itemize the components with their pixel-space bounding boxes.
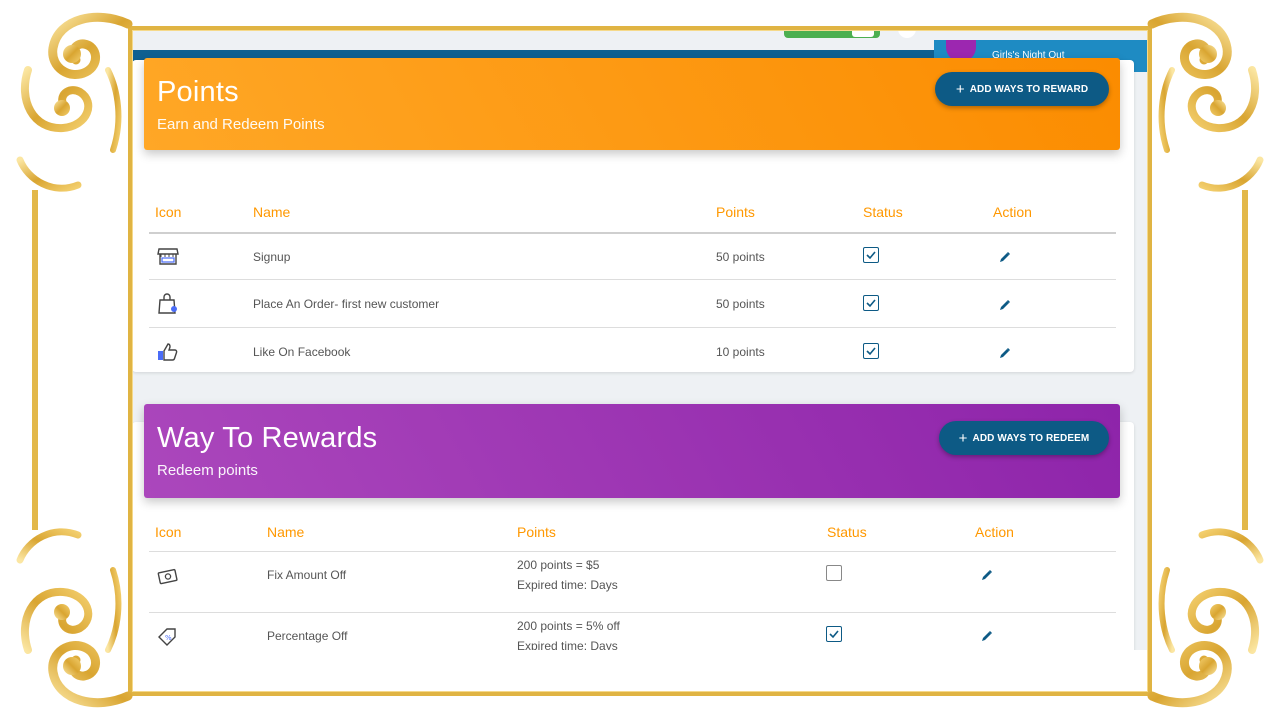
frame-side-bar	[32, 190, 38, 530]
plus-icon: +	[958, 429, 968, 447]
page-subtitle: Earn and Redeem Points	[157, 116, 325, 133]
status-checkbox[interactable]	[826, 565, 842, 581]
frame-side-bar	[1242, 190, 1248, 530]
row-points: 200 points = 5% off	[517, 619, 620, 633]
edit-pencil-icon[interactable]	[998, 346, 1012, 360]
add-ways-to-reward-label: ADD WAYS TO REWARD	[969, 83, 1089, 95]
ornament-scroll-icon	[1147, 12, 1264, 192]
ornament-scroll-icon	[16, 528, 133, 708]
section-title: Way To Rewards	[157, 422, 378, 454]
plus-icon: +	[955, 80, 965, 98]
ornament-scroll-icon	[16, 12, 133, 192]
page-title: Points	[157, 76, 239, 108]
row-divider	[149, 612, 1116, 613]
row-points: 200 points = $5	[517, 558, 600, 572]
column-header-points: Points	[517, 524, 556, 540]
storefront-icon	[157, 248, 179, 265]
section-subtitle: Redeem points	[157, 462, 258, 479]
status-checkbox[interactable]	[863, 295, 879, 311]
rewards-header: Way To Rewards Redeem points + ADD WAYS …	[144, 404, 1120, 498]
app-viewport: Girls's Night Out Icon Name Points Statu…	[132, 30, 1148, 650]
column-header-action: Action	[975, 524, 1014, 540]
edit-pencil-icon[interactable]	[980, 568, 994, 582]
points-header: Points Earn and Redeem Points + ADD WAYS…	[144, 58, 1120, 150]
column-header-action: Action	[993, 204, 1032, 220]
add-ways-to-reward-button[interactable]: + ADD WAYS TO REWARD	[935, 72, 1109, 106]
status-checkbox[interactable]	[863, 247, 879, 263]
add-ways-to-redeem-label: ADD WAYS TO REDEEM	[972, 432, 1090, 444]
table-header-divider	[149, 551, 1116, 552]
add-ways-to-redeem-button[interactable]: + ADD WAYS TO REDEEM	[939, 421, 1109, 455]
ornament-scroll-icon	[1147, 528, 1264, 708]
column-header-status: Status	[827, 524, 867, 540]
row-points: 10 points	[716, 345, 765, 359]
column-header-icon: Icon	[155, 204, 182, 220]
status-checkbox[interactable]	[826, 626, 842, 642]
table-header-divider	[149, 232, 1116, 234]
cash-icon	[157, 568, 178, 585]
edit-pencil-icon[interactable]	[980, 629, 994, 643]
shopping-bag-icon	[158, 293, 177, 314]
column-header-icon: Icon	[155, 524, 182, 540]
row-name: Like On Facebook	[253, 345, 351, 359]
column-header-name: Name	[267, 524, 305, 540]
edit-pencil-icon[interactable]	[998, 298, 1012, 312]
row-name: Fix Amount Off	[267, 568, 347, 582]
row-divider	[149, 279, 1116, 280]
svg-text:%: %	[165, 634, 172, 642]
column-header-status: Status	[863, 204, 903, 220]
row-points: 50 points	[716, 250, 765, 264]
discount-tag-icon: %	[158, 628, 176, 646]
row-points: 50 points	[716, 297, 765, 311]
row-divider	[149, 327, 1116, 328]
thumbs-up-icon	[158, 343, 178, 361]
column-header-points: Points	[716, 204, 755, 220]
row-name: Signup	[253, 250, 291, 264]
status-checkbox[interactable]	[863, 343, 879, 359]
edit-pencil-icon[interactable]	[998, 250, 1012, 264]
row-name: Percentage Off	[267, 629, 348, 643]
column-header-name: Name	[253, 204, 291, 220]
help-icon[interactable]	[898, 30, 916, 38]
row-name: Place An Order- first new customer	[253, 297, 440, 311]
row-expiry: Expired time: Days	[517, 578, 618, 592]
row-expiry: Expired time: Days	[517, 639, 618, 650]
toggle-switch[interactable]	[852, 30, 874, 37]
